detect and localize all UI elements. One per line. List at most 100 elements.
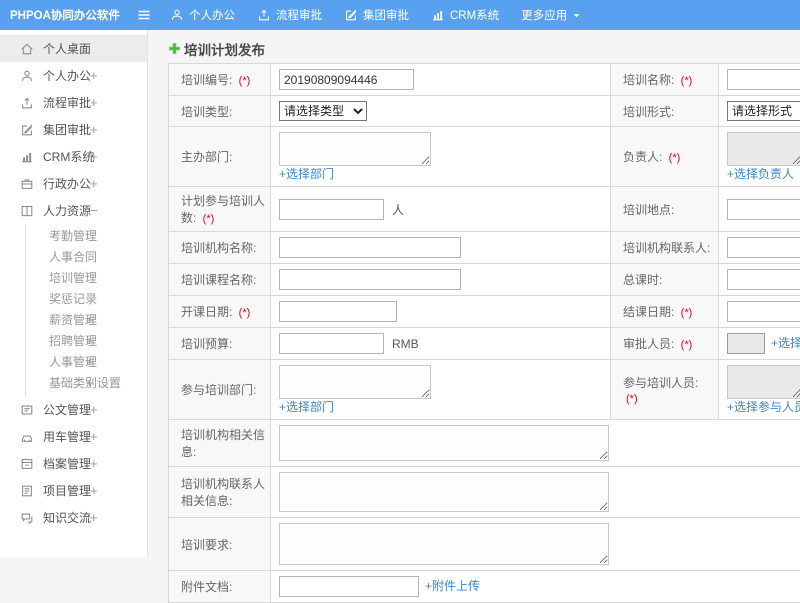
menu-toggle-button[interactable] [132,3,156,27]
attachment-picker-link[interactable]: +附件上传 [425,579,480,593]
collapse-minus-icon[interactable]: − [90,204,98,217]
required-marker: (*) [680,307,693,319]
sidebar-item-crm-system[interactable]: CRM系统 + [0,143,147,170]
sidebar-subitem-personnel-mgmt[interactable]: 人事管理 + [26,351,147,372]
expand-plus-icon[interactable]: + [90,403,98,416]
expand-plus-icon[interactable]: + [86,314,93,326]
sidebar-item-label: 人力资源 [43,204,92,218]
training-name-input[interactable] [727,69,800,90]
sidebar-item-human-resources[interactable]: 人力资源 − [0,197,147,224]
participating-departments-picker-row: +选择部门 [279,401,602,414]
training-budget-unit-label: RMB [392,336,419,351]
training-org-name-label: 培训机构名称: [168,231,271,264]
training-requirements-textarea[interactable] [279,523,609,565]
planned-participants-input[interactable] [279,198,384,220]
total-hours-input[interactable] [727,269,800,290]
training-requirements-label: 培训要求: [168,517,271,571]
sidebar-subitem-base-category-settings[interactable]: 基础类别设置 + [26,372,147,393]
sidebar-item-project-mgmt[interactable]: 项目管理 + [0,477,147,504]
attachment-input[interactable] [279,576,419,597]
top-nav-more-apps[interactable]: 更多应用 [521,7,581,23]
planned-participants-unit-label: 人 [392,202,405,217]
expand-plus-icon[interactable]: + [90,511,98,524]
expand-plus-icon[interactable]: + [90,150,98,163]
nav-label: 更多应用 [521,10,568,22]
sidebar-item-label: CRM系统 [43,150,95,164]
expand-plus-icon[interactable]: + [90,123,98,136]
sidebar-subitem-salary-mgmt[interactable]: 薪资管理 + [26,309,147,330]
expand-plus-icon[interactable]: + [86,377,93,389]
training-org-name-input[interactable] [279,237,461,258]
training-code-input[interactable] [279,69,414,90]
top-nav-crm-system[interactable]: CRM系统 [431,7,499,23]
training-org-contact-info-textarea[interactable] [279,472,609,512]
sidebar-item-group-approval[interactable]: 集团审批 + [0,116,147,143]
expand-plus-icon[interactable]: + [90,457,98,470]
participating-departments-picker-link[interactable]: +选择部门 [279,400,334,414]
sidebar-subitem-recruit-mgmt[interactable]: 招聘管理 + [26,330,147,351]
end-date-input[interactable] [727,301,800,322]
sidebar-item-vehicle-mgmt[interactable]: 用车管理 + [0,423,147,450]
expand-plus-icon[interactable]: + [86,356,93,368]
person-in-charge-picker-link[interactable]: +选择负责人 [727,167,794,181]
sidebar-subitem-reward-punishment[interactable]: 奖惩记录 [26,288,147,309]
participating-departments-label: 参与培训部门: [168,359,271,420]
total-hours-label: 总课时: [610,263,719,296]
course-name-input[interactable] [279,269,461,290]
training-org-contact-info-label: 培训机构联系人相关信息: [168,466,271,518]
start-date-label: 开课日期: (*) [168,295,271,328]
participating-persons-picker-link[interactable]: +选择参与人员 [727,400,800,414]
training-type-select[interactable]: 请选择类型 [279,101,367,121]
sidebar-item-archive-mgmt[interactable]: 档案管理 + [0,450,147,477]
participating-departments-textarea[interactable] [279,365,431,399]
training-org-info-textarea[interactable] [279,425,609,461]
user-icon [170,8,184,22]
sidebar-subitem-label: 考勤管理 [49,229,98,243]
participating-persons-textarea[interactable] [727,365,800,399]
approver-picker-link[interactable]: +选择审批人员 [771,336,800,350]
add-plus-icon [168,42,181,55]
sidebar-item-workflow-approval[interactable]: 流程审批 + [0,89,147,116]
sidebar-item-personal-desktop[interactable]: 个人桌面 [0,35,147,62]
archive-icon [20,457,34,471]
sidebar-item-label: 档案管理 [43,457,92,471]
sidebar-subitem-label: 人事合同 [49,250,98,264]
top-nav-group-approval[interactable]: 集团审批 [344,7,409,23]
expand-plus-icon[interactable]: + [90,69,98,82]
sidebar-item-label: 个人办公 [43,69,92,83]
training-org-contact-input[interactable] [727,237,800,258]
training-location-input[interactable] [727,198,800,220]
host-department-textarea[interactable] [279,132,431,166]
hr-book-icon [20,204,34,218]
expand-plus-icon[interactable]: + [86,335,93,347]
sidebar-subitem-training-mgmt[interactable]: 培训管理 [26,267,147,288]
expand-plus-icon[interactable]: + [90,177,98,190]
sidebar-subitem-attendance-mgmt[interactable]: 考勤管理 [26,225,147,246]
expand-plus-icon[interactable]: + [90,96,98,109]
sidebar-subitem-hr-contract[interactable]: 人事合同 [26,246,147,267]
nav-label: CRM系统 [450,10,500,22]
training-form-select[interactable]: 请选择形式 [727,101,800,121]
chart-icon [20,150,34,164]
expand-plus-icon[interactable]: + [90,430,98,443]
top-nav-personal-office[interactable]: 个人办公 [170,7,235,23]
required-marker: (*) [668,152,681,164]
sidebar-item-personal-office[interactable]: 个人办公 + [0,62,147,89]
required-marker: (*) [680,339,693,351]
nav-label: 流程审批 [276,10,322,22]
approver-input[interactable] [727,333,765,354]
top-nav-workflow-approval[interactable]: 流程审批 [257,7,322,23]
sidebar-item-admin-office[interactable]: 行政办公 + [0,170,147,197]
person-in-charge-textarea[interactable] [727,132,800,166]
host-department-picker-link[interactable]: +选择部门 [279,167,334,181]
host-department-label: 主办部门: [168,126,271,187]
sidebar-item-knowledge-exchange[interactable]: 知识交流 + [0,504,147,531]
expand-plus-icon[interactable]: + [90,484,98,497]
start-date-input[interactable] [279,301,397,322]
required-marker: (*) [680,75,693,87]
sidebar-item-document-mgmt[interactable]: 公文管理 + [0,396,147,423]
participating-persons-label: 参与培训人员: (*) [610,359,719,420]
training-budget-input[interactable] [279,333,384,354]
required-marker: (*) [626,393,638,405]
sidebar-item-label: 个人桌面 [43,42,92,56]
